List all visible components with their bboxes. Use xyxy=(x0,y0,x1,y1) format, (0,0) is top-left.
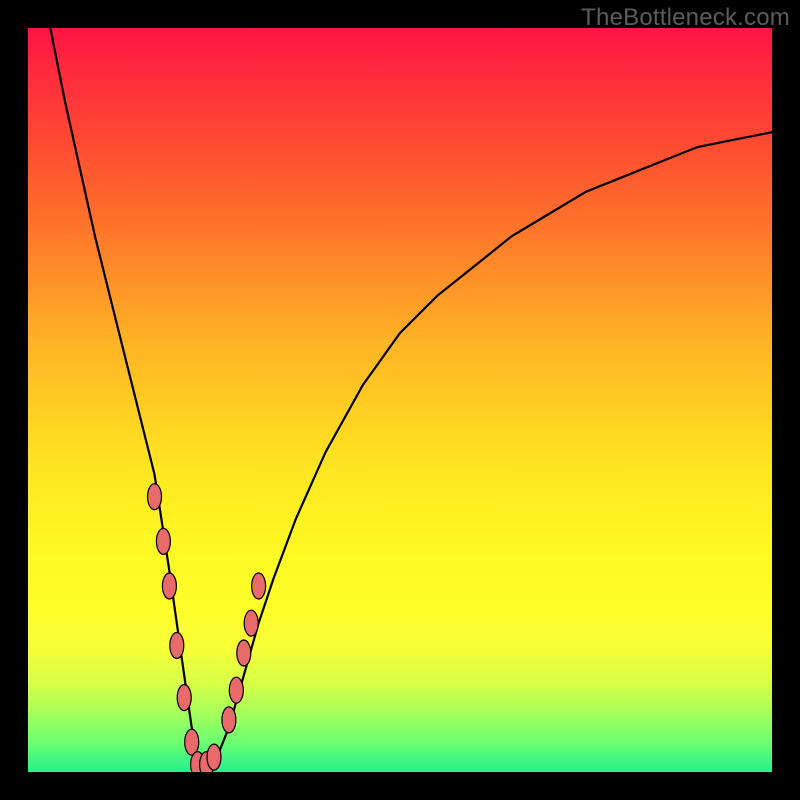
curve-marker xyxy=(229,677,243,703)
watermark-label: TheBottleneck.com xyxy=(581,4,790,32)
curve-marker xyxy=(156,528,170,554)
curve-marker xyxy=(207,744,221,770)
curve-marker xyxy=(222,707,236,733)
curve-marker xyxy=(244,610,258,636)
curve-marker xyxy=(237,640,251,666)
bottleneck-svg xyxy=(28,28,772,772)
curve-marker xyxy=(170,633,184,659)
curve-marker xyxy=(252,573,266,599)
bottleneck-curve-path xyxy=(50,28,772,772)
curve-marker xyxy=(177,685,191,711)
chart-frame: TheBottleneck.com xyxy=(0,0,800,800)
curve-markers xyxy=(148,484,266,772)
curve-marker xyxy=(162,573,176,599)
plot-area xyxy=(28,28,772,772)
curve-marker xyxy=(148,484,162,510)
